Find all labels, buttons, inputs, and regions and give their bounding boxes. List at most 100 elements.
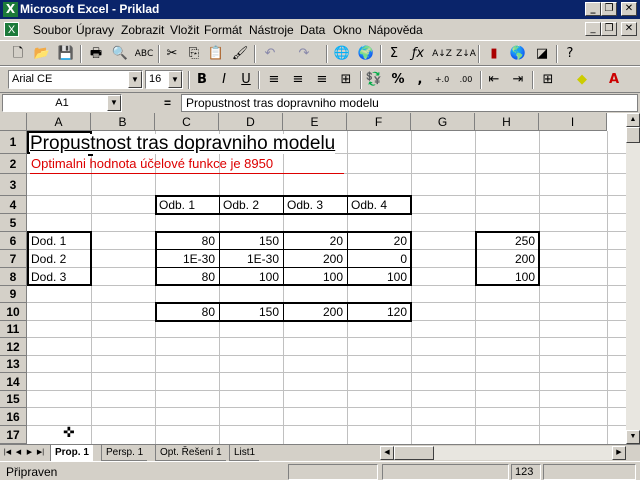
scroll-left-icon[interactable]: ◀ (380, 446, 394, 460)
cell-e7[interactable]: 200 (283, 251, 345, 267)
row-header-12[interactable]: 12 (0, 338, 27, 356)
row-header-4[interactable]: 4 (0, 196, 27, 214)
cell-h6[interactable]: 250 (475, 233, 537, 249)
row-header-14[interactable]: 14 (0, 373, 27, 391)
spelling-icon[interactable]: ABC (134, 45, 154, 63)
row-header-16[interactable]: 16 (0, 408, 27, 426)
formula-input[interactable]: Propustnost tras dopravniho modelu (181, 94, 638, 112)
map-icon[interactable]: 🌎 (508, 45, 528, 63)
cell-a2[interactable]: Optimalni hodnota účelové funkce je 8950 (30, 155, 344, 174)
cell-c8[interactable]: 80 (155, 269, 217, 285)
paste-icon[interactable]: 📋 (206, 45, 226, 63)
col-header-h[interactable]: H (475, 113, 539, 131)
menu-data[interactable]: Data (300, 23, 325, 37)
chevron-down-icon[interactable]: ▼ (168, 71, 182, 88)
col-header-b[interactable]: B (91, 113, 155, 131)
formula-eq-icon[interactable]: = (164, 96, 171, 110)
cell-h7[interactable]: 200 (475, 251, 537, 267)
col-header-g[interactable]: G (411, 113, 475, 131)
cell-f10[interactable]: 120 (347, 304, 409, 320)
doc-minimize-icon[interactable]: _ (585, 22, 601, 36)
row-header-6[interactable]: 6 (0, 232, 27, 250)
workbook-icon[interactable]: X (4, 22, 19, 37)
print-icon[interactable]: 🖶 (86, 45, 106, 63)
cell-f4[interactable]: Odb. 4 (348, 197, 387, 213)
undo-icon[interactable]: ↶ (260, 45, 280, 63)
spreadsheet-grid[interactable]: A B C D E F G H I 1 2 3 4 5 6 7 8 9 10 1… (0, 113, 626, 444)
next-sheet-icon[interactable]: ▶ (24, 447, 35, 459)
menu-vlozit[interactable]: Vložit (170, 23, 199, 37)
row-header-13[interactable]: 13 (0, 356, 27, 373)
minimize-icon[interactable]: _ (585, 2, 601, 16)
row-header-8[interactable]: 8 (0, 268, 27, 286)
menu-format[interactable]: Formát (204, 23, 242, 37)
align-right-icon[interactable]: ≡ (312, 71, 332, 89)
bold-icon[interactable]: B (192, 71, 212, 89)
scroll-thumb[interactable] (626, 127, 640, 143)
format-painter-icon[interactable]: 🖌 (230, 45, 250, 63)
font-select[interactable]: Arial CE ▼ (8, 70, 143, 89)
chart-wizard-icon[interactable]: ▮ (484, 45, 504, 63)
menu-soubor[interactable]: Soubor (33, 23, 72, 37)
fill-color-icon[interactable]: ◆ (572, 71, 592, 89)
underline-icon[interactable]: U (236, 71, 256, 89)
tab-opt-reseni-1[interactable]: Opt. Řešení 1 (155, 445, 226, 461)
decrease-decimal-icon[interactable]: .00 (456, 71, 476, 89)
cell-e8[interactable]: 100 (283, 269, 345, 285)
cell-a7[interactable]: Dod. 2 (28, 251, 66, 267)
web-toolbar-icon[interactable]: 🌍 (356, 45, 376, 63)
copy-icon[interactable]: ⎘ (184, 45, 204, 63)
vertical-scrollbar[interactable]: ▲ ▼ (626, 113, 640, 444)
increase-decimal-icon[interactable]: +.0 (432, 71, 452, 89)
drawing-icon[interactable]: ◪ (532, 45, 552, 63)
cell-d7[interactable]: 1E-30 (219, 251, 281, 267)
open-icon[interactable]: 📂 (32, 45, 52, 63)
cell-f7[interactable]: 0 (347, 251, 409, 267)
cell-c7[interactable]: 1E-30 (155, 251, 217, 267)
col-header-a[interactable]: A (27, 113, 91, 131)
cell-h8[interactable]: 100 (475, 269, 537, 285)
cell-d6[interactable]: 150 (219, 233, 281, 249)
select-all-corner[interactable] (0, 113, 27, 131)
col-header-e[interactable]: E (283, 113, 347, 131)
autosum-icon[interactable]: Σ (384, 45, 404, 63)
first-sheet-icon[interactable]: |◀ (2, 447, 13, 459)
menu-zobrazit[interactable]: Zobrazit (121, 23, 164, 37)
chevron-down-icon[interactable]: ▼ (128, 71, 142, 88)
decrease-indent-icon[interactable]: ⇤ (484, 71, 504, 89)
doc-restore-icon[interactable]: ❐ (601, 22, 617, 36)
cell-e4[interactable]: Odb. 3 (284, 197, 323, 213)
cell-c4[interactable]: Odb. 1 (156, 197, 195, 213)
cell-d10[interactable]: 150 (219, 304, 281, 320)
cell-c10[interactable]: 80 (155, 304, 217, 320)
cell-e6[interactable]: 20 (283, 233, 345, 249)
scroll-up-icon[interactable]: ▲ (626, 113, 640, 127)
print-preview-icon[interactable]: 🔍 (110, 45, 130, 63)
currency-icon[interactable]: 💱 (364, 71, 384, 89)
row-header-2[interactable]: 2 (0, 154, 27, 174)
row-header-11[interactable]: 11 (0, 321, 27, 338)
tab-prop-1[interactable]: Prop. 1 (50, 445, 93, 461)
size-select[interactable]: 16 ▼ (145, 70, 183, 89)
redo-icon[interactable]: ↷ (294, 45, 314, 63)
align-center-icon[interactable]: ≡ (288, 71, 308, 89)
excel-x-icon[interactable]: X (3, 2, 18, 17)
row-header-17[interactable]: 17 (0, 426, 27, 444)
row-header-10[interactable]: 10 (0, 303, 27, 321)
col-header-c[interactable]: C (155, 113, 219, 131)
sort-desc-icon[interactable]: Z↓A (456, 45, 476, 63)
cell-d4[interactable]: Odb. 2 (220, 197, 259, 213)
menu-nastroje[interactable]: Nástroje (249, 23, 294, 37)
hyperlink-icon[interactable]: 🌐 (332, 45, 352, 63)
row-header-1[interactable]: 1 (0, 131, 27, 154)
col-header-f[interactable]: F (347, 113, 411, 131)
row-header-7[interactable]: 7 (0, 250, 27, 268)
name-box[interactable]: A1 ▼ (2, 94, 122, 112)
cell-f8[interactable]: 100 (347, 269, 409, 285)
hscroll-thumb[interactable] (394, 446, 434, 460)
help-icon[interactable]: ? (560, 45, 580, 63)
scroll-down-icon[interactable]: ▼ (626, 430, 640, 444)
prev-sheet-icon[interactable]: ◀ (13, 447, 24, 459)
cell-c6[interactable]: 80 (155, 233, 217, 249)
sort-asc-icon[interactable]: A↓Z (432, 45, 452, 63)
